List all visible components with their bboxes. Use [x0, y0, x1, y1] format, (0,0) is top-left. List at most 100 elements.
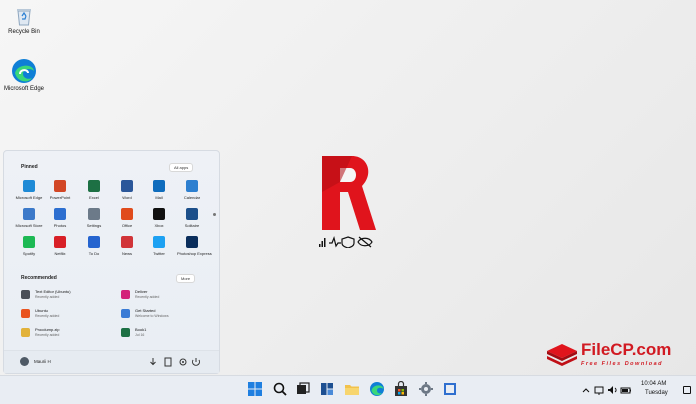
pinned-app[interactable]: Xbox	[144, 208, 174, 228]
watermark-title: FileCP.com	[581, 340, 672, 359]
shield-icon	[341, 236, 355, 249]
pinned-app[interactable]: Word	[112, 180, 142, 200]
pinned-app[interactable]: Microsoft Edge	[14, 180, 44, 200]
edge-icon	[11, 58, 37, 84]
pinned-app[interactable]: PowerPoint	[45, 180, 75, 200]
clock-time[interactable]: 10:04 AM	[641, 381, 666, 387]
page-indicator[interactable]	[213, 213, 216, 216]
start-menu: Pinned All apps Microsoft Edge PowerPoint…	[3, 150, 220, 374]
app-tile-icon	[54, 180, 66, 192]
recommended-item[interactable]: Get Started Welcome to Windows	[121, 308, 211, 322]
app-tile-icon	[88, 208, 100, 220]
app-tile-icon	[88, 236, 100, 248]
center-logo	[318, 152, 378, 252]
pinned-app[interactable]: Calendar	[177, 180, 207, 200]
pinned-app-label: Xbox	[154, 223, 164, 228]
pinned-app-label: Excel	[89, 195, 99, 200]
pinned-app[interactable]: Spotify	[14, 236, 44, 256]
recommended-item-subtitle: Recently added	[35, 295, 60, 299]
pinned-app[interactable]: Twitter	[144, 236, 174, 256]
download-icon[interactable]	[150, 358, 156, 366]
settings-icon[interactable]	[179, 358, 187, 366]
file-explorer-icon[interactable]	[344, 381, 360, 397]
network-icon[interactable]	[594, 386, 604, 395]
battery-icon[interactable]	[620, 387, 631, 394]
store-icon[interactable]	[393, 380, 409, 397]
pinned-app[interactable]: Mail	[144, 180, 174, 200]
recommended-item[interactable]: Deliver Recently added	[121, 289, 211, 303]
task-view-icon[interactable]	[295, 381, 311, 397]
app-icon[interactable]	[442, 381, 458, 397]
desktop-icon-label: Recycle Bin	[8, 29, 40, 35]
pinned-app-label: To Do	[88, 251, 100, 256]
pinned-app[interactable]: Excel	[79, 180, 109, 200]
recommended-item[interactable]: Book1 Jul 16	[121, 327, 211, 341]
pinned-app-label: News	[121, 251, 132, 256]
app-tile-icon	[23, 236, 35, 248]
chevron-up-icon[interactable]	[582, 388, 590, 393]
all-apps-button[interactable]: All apps	[169, 163, 194, 172]
app-tile-icon	[121, 236, 133, 248]
pinned-app[interactable]: Photos	[45, 208, 75, 228]
app-tile-icon	[186, 236, 198, 248]
windows-start-icon[interactable]	[247, 381, 263, 397]
recommended-title: Recommended	[21, 275, 57, 281]
status-icons	[318, 235, 378, 249]
pinned-app[interactable]: To Do	[79, 236, 109, 256]
app-tile-icon	[153, 180, 165, 192]
more-button[interactable]: More	[176, 274, 196, 283]
app-tile-icon	[153, 208, 165, 220]
app-tile-icon	[186, 180, 198, 192]
pinned-app[interactable]: Solitaire	[177, 208, 207, 228]
recommended-item-title: Book1	[135, 327, 147, 332]
app-tile-icon	[121, 180, 133, 192]
pinned-app-label: Settings	[86, 223, 102, 228]
recommended-item-subtitle: Recently added	[135, 295, 160, 299]
avatar[interactable]	[20, 357, 29, 366]
search-icon[interactable]	[272, 381, 288, 397]
power-icon[interactable]	[192, 358, 200, 366]
recommended-item-subtitle: Jul 16	[135, 333, 145, 337]
pinned-app[interactable]: Photoshop Express	[177, 236, 212, 256]
documents-icon[interactable]	[164, 357, 172, 367]
pinned-app-label: Photos	[53, 223, 67, 228]
recommended-item[interactable]: Ubuntu Recently added	[21, 308, 111, 322]
clock-day[interactable]: Tuesday	[645, 390, 668, 396]
pinned-app[interactable]: Netflix	[45, 236, 75, 256]
pinned-app-label: PowerPoint	[49, 195, 71, 200]
pinned-app[interactable]: Microsoft Store	[14, 208, 44, 228]
pinned-app[interactable]: News	[112, 236, 142, 256]
taskbar: 10:04 AM Tuesday	[0, 375, 696, 404]
pinned-app-label: Office	[121, 223, 133, 228]
settings-icon[interactable]	[418, 381, 434, 397]
desktop-icon-recycle-bin[interactable]: Recycle Bin	[0, 5, 48, 35]
pinned-app-label: Microsoft Store	[15, 223, 43, 228]
recycle-bin-icon	[13, 5, 35, 27]
recommended-item-icon	[21, 328, 30, 337]
watermark: FileCP.com Free Files Download	[545, 339, 685, 371]
user-name[interactable]: Maurii H	[34, 359, 51, 364]
recommended-item-subtitle: Recently added	[35, 314, 60, 318]
recommended-item-icon	[121, 328, 130, 337]
signal-icon	[319, 238, 326, 247]
edge-icon[interactable]	[369, 381, 385, 397]
app-tile-icon	[54, 208, 66, 220]
recommended-item-title: Text Editor (Ubuntu)	[35, 289, 71, 294]
volume-icon[interactable]	[608, 386, 617, 394]
recommended-item-icon	[21, 309, 30, 318]
pinned-app[interactable]: Settings	[79, 208, 109, 228]
desktop-icon-edge[interactable]: Microsoft Edge	[0, 58, 48, 92]
notification-icon[interactable]	[683, 386, 691, 394]
pulse-icon	[329, 236, 341, 248]
recommended-item[interactable]: Text Editor (Ubuntu) Recently added	[21, 289, 111, 303]
widgets-icon[interactable]	[319, 381, 335, 397]
recommended-item[interactable]: Procdump.zip Recently added	[21, 327, 111, 341]
pinned-app[interactable]: Office	[112, 208, 142, 228]
pinned-app-label: Netflix	[54, 251, 66, 256]
eye-off-icon	[357, 236, 373, 248]
pinned-app-label: Solitaire	[184, 223, 200, 228]
recommended-item-title: Get Started	[135, 308, 156, 313]
pinned-app-label: Twitter	[153, 251, 165, 256]
filecp-logo-icon	[547, 344, 577, 366]
app-tile-icon	[121, 208, 133, 220]
